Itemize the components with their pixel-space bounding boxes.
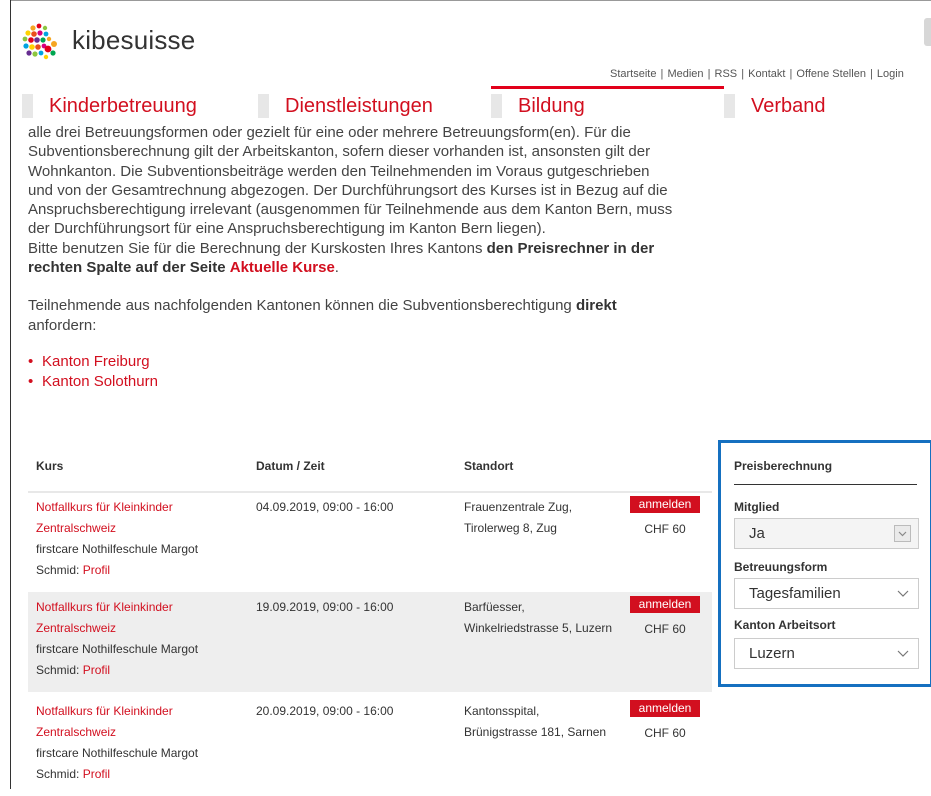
- date-cell: 19.09.2019, 09:00 - 16:00: [256, 600, 394, 614]
- page-top-border: [10, 0, 931, 1]
- nav-item-kinderbetreuung[interactable]: Kinderbetreuung: [22, 94, 197, 118]
- date-cell: 20.09.2019, 09:00 - 16:00: [256, 704, 394, 718]
- bullet-icon: •: [28, 352, 34, 370]
- nav-separator: [22, 94, 33, 118]
- profil-link[interactable]: Profil: [83, 663, 110, 677]
- nav-item-dienstleistungen[interactable]: Dienstleistungen: [258, 94, 433, 118]
- location-cell: Kantonsspital, Brünigstrasse 181, Sarnen: [464, 704, 607, 739]
- action-cell: anmelden CHF 60: [625, 494, 705, 540]
- panel-divider: [734, 484, 917, 485]
- date-cell: 04.09.2019, 09:00 - 16:00: [256, 500, 394, 514]
- kibesuisse-logo-icon[interactable]: [20, 22, 62, 62]
- price-label: CHF 60: [644, 522, 686, 536]
- nav-active-indicator: [491, 86, 724, 89]
- course-cell: Notfallkurs für Kleinkinder Zentralschwe…: [36, 701, 236, 785]
- betreuungsform-select[interactable]: Tagesfamilien: [734, 578, 919, 609]
- mitglied-select[interactable]: Ja: [734, 518, 919, 549]
- nav-label[interactable]: Verband: [751, 95, 826, 118]
- nav-label[interactable]: Kinderbetreuung: [49, 95, 197, 118]
- text-line: Bitte benutzen Sie für die Berechnung de…: [28, 239, 487, 257]
- link-offene-stellen[interactable]: Offene Stellen: [796, 68, 866, 80]
- link-login[interactable]: Login: [877, 68, 904, 80]
- aktuelle-kurse-link[interactable]: Aktuelle Kurse: [230, 259, 335, 276]
- text-line: alle drei Betreuungsformen oder gezielt …: [28, 124, 631, 141]
- link-startseite[interactable]: Startseite: [610, 68, 656, 80]
- course-link[interactable]: Notfallkurs für Kleinkinder Zentralschwe…: [36, 500, 173, 535]
- select-value: Tagesfamilien: [749, 585, 841, 602]
- kanton-arbeitsort-label: Kanton Arbeitsort: [734, 618, 836, 632]
- subsidy-paragraph: alle drei Betreuungsformen oder gezielt …: [28, 124, 673, 277]
- panel-title: Preisberechnung: [734, 459, 833, 473]
- column-header-kurs: Kurs: [36, 459, 64, 473]
- anmelden-button[interactable]: anmelden: [629, 700, 701, 717]
- price-label: CHF 60: [644, 622, 686, 636]
- kanton-arbeitsort-select[interactable]: Luzern: [734, 638, 919, 669]
- table-row: Notfallkurs für Kleinkinder Zentralschwe…: [28, 592, 712, 692]
- chevron-down-icon: [897, 650, 909, 657]
- column-header-datum: Datum / Zeit: [256, 459, 325, 473]
- profil-link[interactable]: Profil: [83, 767, 110, 781]
- course-cell: Notfallkurs für Kleinkinder Zentralschwe…: [36, 497, 236, 581]
- text-line: Subventionsberechnung gilt der Arbeitska…: [28, 143, 651, 161]
- nav-separator: [491, 94, 502, 118]
- course-cell: Notfallkurs für Kleinkinder Zentralschwe…: [36, 597, 236, 681]
- nav-separator: [258, 94, 269, 118]
- course-link[interactable]: Notfallkurs für Kleinkinder Zentralschwe…: [36, 600, 173, 635]
- page-left-border: [10, 0, 11, 789]
- chevron-down-icon: [897, 590, 909, 597]
- nav-item-bildung[interactable]: Bildung: [491, 94, 585, 118]
- scrollbar-thumb[interactable]: [924, 18, 931, 46]
- text-line: der Durchführungsort für eine Anspruchsb…: [28, 220, 546, 238]
- course-provider: firstcare Nothilfeschule Margot Schmid:: [36, 542, 199, 577]
- bullet-icon: •: [28, 372, 34, 390]
- top-links: Startseite | Medien | RSS | Kontakt | Of…: [610, 68, 904, 80]
- price-calculator-panel: Preisberechnung Mitglied Ja Betreuungsfo…: [718, 440, 931, 687]
- anmelden-button[interactable]: anmelden: [629, 496, 701, 513]
- link-rss[interactable]: RSS: [715, 68, 738, 80]
- nav-item-verband[interactable]: Verband: [724, 94, 826, 118]
- column-header-standort: Standort: [464, 459, 514, 473]
- brand-name[interactable]: kibesuisse: [72, 25, 195, 56]
- link-kanton-freiburg[interactable]: Kanton Freiburg: [42, 353, 150, 370]
- nav-label[interactable]: Dienstleistungen: [285, 95, 433, 118]
- table-row: Notfallkurs für Kleinkinder Zentralschwe…: [28, 696, 712, 796]
- direkt-emphasis: direkt: [575, 297, 617, 315]
- location-cell: Barfüesser, Winkelriedstrasse 5, Luzern: [464, 600, 613, 635]
- mitglied-label: Mitglied: [734, 500, 780, 514]
- link-medien[interactable]: Medien: [667, 68, 703, 80]
- betreuungsform-label: Betreuungsform: [734, 560, 828, 574]
- course-provider: firstcare Nothilfeschule Margot Schmid:: [36, 642, 199, 677]
- direct-eligibility-paragraph: Teilnehmende aus nachfolgenden Kantonen …: [28, 297, 617, 334]
- main-content: alle drei Betreuungsformen oder gezielt …: [28, 123, 708, 407]
- text-line: und von der Gesamtrechnung abgezogen. De…: [28, 181, 668, 199]
- chevron-down-icon: [894, 525, 911, 542]
- price-label: CHF 60: [644, 726, 686, 740]
- action-cell: anmelden CHF 60: [625, 698, 705, 744]
- text-line: Wohnkanton. Die Subventionsbeiträge werd…: [28, 162, 650, 180]
- list-item: • Kanton Freiburg: [28, 352, 708, 372]
- nav-separator: [724, 94, 735, 118]
- anmelden-button[interactable]: anmelden: [629, 596, 701, 613]
- course-link[interactable]: Notfallkurs für Kleinkinder Zentralschwe…: [36, 704, 173, 739]
- location-cell: Frauenzentrale Zug, Tirolerweg 8, Zug: [464, 500, 573, 535]
- profil-link[interactable]: Profil: [83, 563, 110, 577]
- canton-list: • Kanton Freiburg • Kanton Solothurn: [28, 352, 708, 392]
- link-kanton-solothurn[interactable]: Kanton Solothurn: [42, 373, 158, 390]
- link-kontakt[interactable]: Kontakt: [748, 68, 785, 80]
- select-value: Luzern: [749, 645, 795, 662]
- course-table-header: Kurs Datum / Zeit Standort: [28, 446, 712, 493]
- action-cell: anmelden CHF 60: [625, 594, 705, 640]
- text-line: Anspruchsberechtigung irrelevant (ausgen…: [28, 201, 673, 219]
- select-value: Ja: [749, 525, 765, 542]
- course-provider: firstcare Nothilfeschule Margot Schmid:: [36, 746, 199, 781]
- nav-label[interactable]: Bildung: [518, 95, 585, 118]
- table-row: Notfallkurs für Kleinkinder Zentralschwe…: [28, 492, 712, 592]
- list-item: • Kanton Solothurn: [28, 372, 708, 392]
